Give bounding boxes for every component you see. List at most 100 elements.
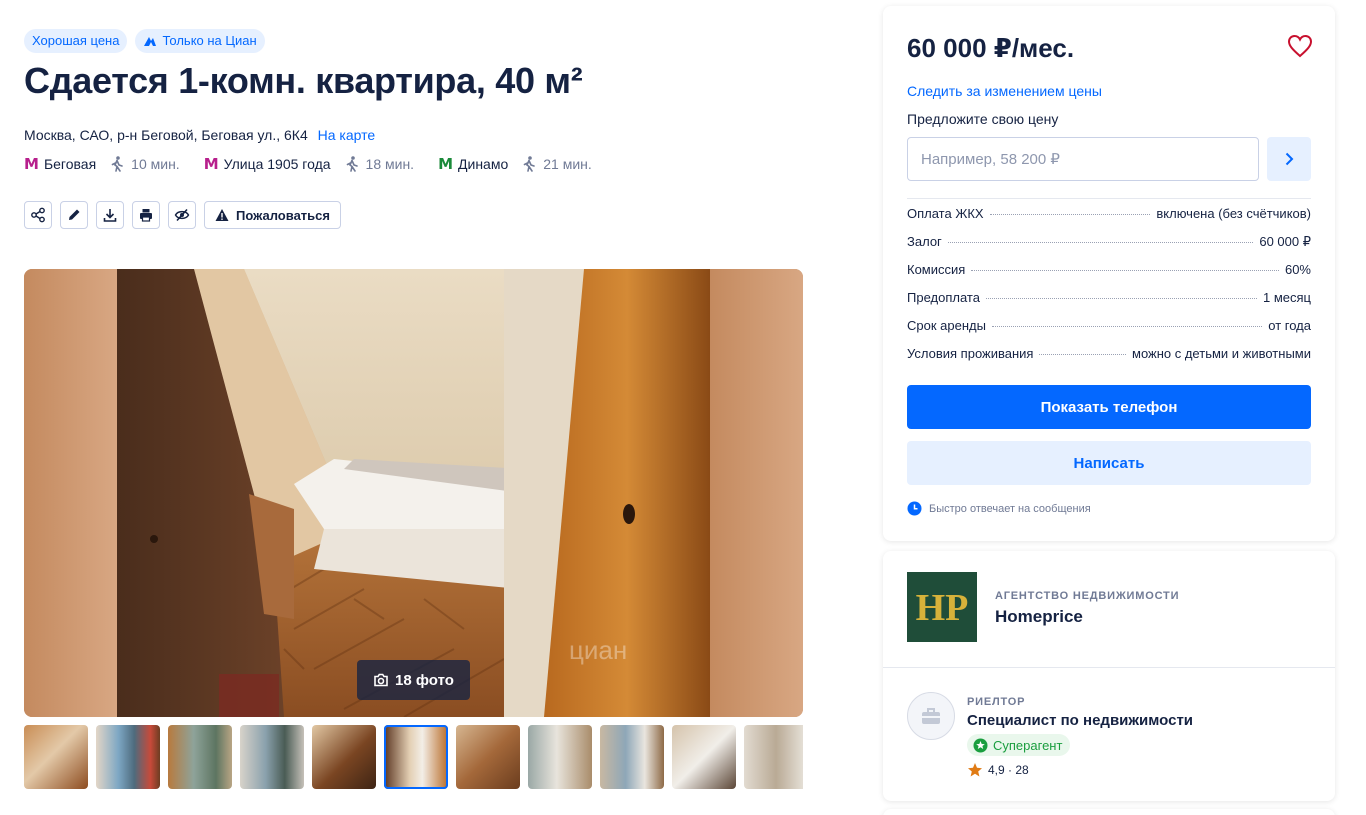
favorite-heart-icon[interactable] (1287, 34, 1313, 58)
term-row: Предоплата 1 месяц (907, 290, 1311, 318)
divider (883, 667, 1335, 668)
agency-logo[interactable]: HP (907, 572, 977, 642)
photo-thumbnail[interactable] (600, 725, 664, 789)
offer-submit-button[interactable] (1267, 137, 1311, 181)
metro-station-name: Улица 1905 года (223, 156, 331, 172)
walk-time: 10 мин. (110, 156, 180, 172)
term-key: Комиссия (907, 262, 966, 277)
term-row: Залог 60 000 ₽ (907, 234, 1311, 262)
thumbnail-strip (24, 725, 803, 789)
page-title: Сдается 1-комн. квартира, 40 м² (24, 60, 583, 101)
metro-station[interactable]: М Динамо (438, 155, 508, 173)
badges: Хорошая цена Только на Циан (24, 29, 265, 53)
walk-time: 21 мин. (522, 156, 592, 172)
metro-station[interactable]: М Улица 1905 года (204, 155, 331, 173)
write-message-button[interactable]: Написать (907, 441, 1311, 485)
toolbar: Пожаловаться (24, 201, 341, 229)
show-phone-button[interactable]: Показать телефон (907, 385, 1311, 429)
next-card (883, 809, 1335, 815)
term-row: Условия проживания можно с детьми и живот… (907, 346, 1311, 374)
term-key: Залог (907, 234, 942, 249)
realtor-kind: РИЕЛТОР (967, 696, 1026, 708)
walk-icon (346, 156, 358, 172)
svg-text:HP: HP (916, 587, 969, 629)
photo-thumbnail[interactable] (456, 725, 520, 789)
cian-only-badge: Только на Циан (135, 29, 265, 53)
photo-thumbnail[interactable] (744, 725, 803, 789)
photo-count-label: 18 фото (395, 671, 454, 689)
complain-button[interactable]: Пожаловаться (204, 201, 341, 229)
realtor-avatar[interactable] (907, 692, 955, 740)
map-link[interactable]: На карте (318, 127, 376, 143)
edit-button[interactable] (60, 201, 88, 229)
walk-time-label: 21 мин. (543, 156, 592, 172)
hide-button[interactable] (168, 201, 196, 229)
photo-gallery[interactable]: циан 18 фото (24, 269, 803, 717)
fast-reply-label: Быстро отвечает на сообщения (929, 502, 1091, 515)
agency-name[interactable]: Homeprice (995, 607, 1083, 627)
photo-thumbnail[interactable] (384, 725, 448, 789)
photo-thumbnail[interactable] (528, 725, 592, 789)
metro-list: М Беговая 10 мин. М Улица 1905 года 18 м… (24, 155, 616, 173)
photo-thumbnail[interactable] (240, 725, 304, 789)
term-value: можно с детьми и животными (1132, 346, 1311, 361)
walk-icon (111, 156, 123, 172)
walk-time-label: 10 мин. (131, 156, 180, 172)
superagent-star-icon (973, 738, 988, 752)
print-icon (140, 209, 152, 222)
follow-price-link[interactable]: Следить за изменением цены (907, 83, 1102, 99)
homeprice-logo-icon: HP (916, 587, 969, 629)
agency-kind: АГЕНТСТВО НЕДВИЖИМОСТИ (995, 590, 1180, 602)
download-icon (103, 209, 117, 222)
warning-icon (215, 209, 229, 221)
term-row: Комиссия 60% (907, 262, 1311, 290)
address-text: Москва, САО, р-н Беговой, Беговая ул., 6… (24, 127, 308, 143)
print-button[interactable] (132, 201, 160, 229)
realtor-rating: 4,9 · 28 (967, 762, 1029, 778)
photo-thumbnail[interactable] (24, 725, 88, 789)
share-button[interactable] (24, 201, 52, 229)
term-row: Оплата ЖКХ включена (без счётчиков) (907, 206, 1311, 234)
star-icon (968, 763, 982, 777)
term-value: от года (1268, 318, 1311, 333)
cian-only-label: Только на Циан (162, 33, 257, 48)
term-key: Оплата ЖКХ (907, 206, 984, 221)
divider (907, 198, 1311, 199)
clock-icon (907, 501, 922, 516)
edit-icon (69, 209, 80, 220)
term-value: 1 месяц (1263, 290, 1311, 305)
metro-icon: М (438, 155, 453, 173)
address: Москва, САО, р-н Беговой, Беговая ул., 6… (24, 127, 375, 143)
metro-icon: М (24, 155, 39, 173)
rating-label: 4,9 · 28 (988, 763, 1029, 777)
briefcase-icon (922, 708, 940, 724)
metro-station-name: Беговая (43, 156, 97, 172)
metro-icon: М (203, 155, 219, 173)
photo-thumbnail[interactable] (96, 725, 160, 789)
superagent-label: Суперагент (993, 737, 1063, 753)
term-row: Срок аренды от года (907, 318, 1311, 346)
fast-reply-note: Быстро отвечает на сообщения (907, 501, 1091, 516)
realtor-name[interactable]: Специалист по недвижимости (967, 712, 1193, 729)
walk-icon (523, 156, 536, 172)
share-icon (31, 207, 45, 223)
chevron-right-icon (1285, 152, 1294, 166)
photo-thumbnail[interactable] (312, 725, 376, 789)
photo-thumbnail[interactable] (168, 725, 232, 789)
superagent-badge: Суперагент (967, 734, 1071, 756)
price: 60 000 ₽/мес. (907, 33, 1075, 63)
hide-icon (174, 208, 190, 222)
offer-price-input[interactable] (907, 137, 1259, 181)
good-price-badge: Хорошая цена (24, 29, 128, 53)
photo-thumbnail[interactable] (672, 725, 736, 789)
metro-station[interactable]: М Беговая (24, 155, 96, 173)
metro-station-name: Динамо (458, 156, 509, 172)
download-button[interactable] (96, 201, 124, 229)
complain-label: Пожаловаться (236, 207, 330, 223)
cian-logo-icon (144, 37, 157, 46)
camera-icon (374, 673, 388, 687)
walk-time: 18 мин. (345, 156, 415, 172)
main-photo[interactable]: циан (24, 269, 803, 717)
photo-count-button[interactable]: 18 фото (357, 660, 470, 700)
walk-time-label: 18 мин. (365, 156, 415, 172)
